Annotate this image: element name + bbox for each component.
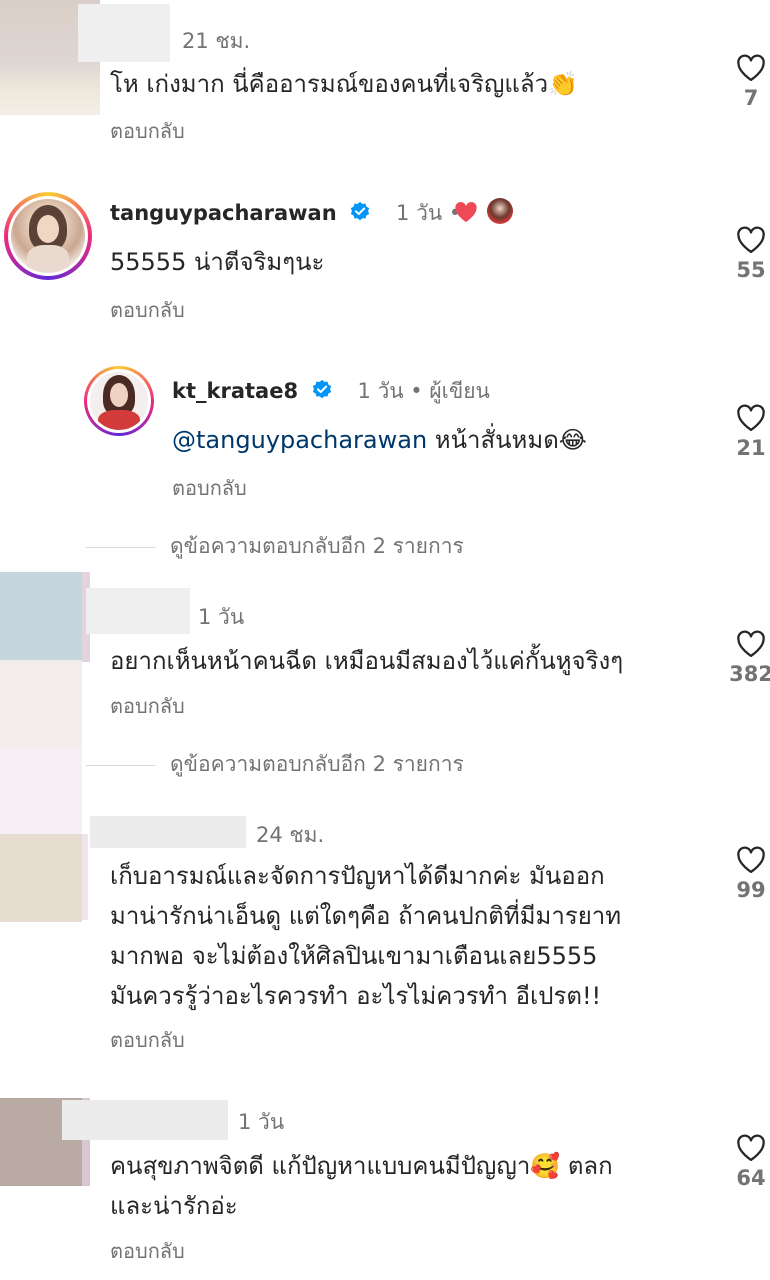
- avatar-blurred[interactable]: [0, 572, 82, 660]
- like-button[interactable]: 21: [721, 404, 770, 460]
- view-more-replies-button[interactable]: ดูข้อความตอบกลับอีก 2 รายการ: [86, 530, 464, 563]
- avatar-blurred[interactable]: [0, 834, 82, 922]
- verified-badge-icon: [351, 201, 370, 221]
- reply-button[interactable]: ตอบกลับ: [110, 1024, 185, 1056]
- comment-line: และน่ารักอ่ะ: [110, 1192, 238, 1220]
- comment-header: tanguypacharawan 1 วัน •: [110, 197, 461, 230]
- username-redacted[interactable]: [62, 1100, 228, 1140]
- view-more-label: ดูข้อความตอบกลับอีก 2 รายการ: [170, 534, 464, 558]
- like-count: 99: [736, 878, 766, 902]
- comment-header: kt_kratae8 1 วัน • ผู้เขียน: [172, 375, 490, 408]
- comment-time: 1 วัน: [238, 1110, 285, 1134]
- comment-time: 1 วัน: [198, 605, 245, 629]
- avatar-blurred-strip: [0, 748, 82, 834]
- divider-line: [86, 764, 156, 766]
- avatar-edge: [82, 834, 88, 920]
- like-count: 382: [729, 662, 770, 686]
- like-button[interactable]: 55: [721, 226, 770, 282]
- heart-outline-icon: [737, 54, 765, 81]
- username-redacted[interactable]: [90, 816, 246, 848]
- username[interactable]: tanguypacharawan: [110, 201, 337, 225]
- comment-time: 1 วัน •: [396, 201, 462, 225]
- divider-line: [86, 546, 156, 548]
- reply-button[interactable]: ตอบกลับ: [110, 1235, 185, 1267]
- view-more-replies-button[interactable]: ดูข้อความตอบกลับอีก 2 รายการ: [86, 748, 464, 781]
- verified-badge-icon: [312, 379, 331, 399]
- reply-button[interactable]: ตอบกลับ: [172, 472, 247, 504]
- reply-button[interactable]: ตอบกลับ: [110, 294, 185, 326]
- comment-text: @tanguypacharawan หน้าสั่นหมด😂: [172, 420, 587, 460]
- comment-text: 55555 น่าตีจริมๆนะ: [110, 248, 325, 276]
- comment-line: คนสุขภาพจิตดี แก้ปัญหาแบบคนมีปัญญา🥰 ตลก: [110, 1152, 613, 1180]
- avatar-blurred-lower: [0, 660, 82, 748]
- like-count: 7: [743, 86, 759, 110]
- comment-line: เก็บอารมณ์และจัดการปัญหาได้ดีมากค่ะ มันอ…: [110, 862, 605, 890]
- like-count: 64: [736, 1166, 766, 1190]
- like-button[interactable]: 99: [721, 846, 770, 902]
- username-redacted[interactable]: [78, 4, 170, 62]
- comment-line: มันควรรู้ว่าอะไรควรทำ อะไรไม่ควรทำ อีเปร…: [110, 982, 602, 1010]
- username[interactable]: kt_kratae8: [172, 379, 298, 403]
- like-button[interactable]: 382: [721, 630, 770, 686]
- avatar[interactable]: [11, 199, 85, 273]
- heart-outline-icon: [737, 630, 765, 657]
- heart-outline-icon: [737, 1134, 765, 1161]
- comment-text: เก็บอารมณ์และจัดการปัญหาได้ดีมากค่ะ มันอ…: [110, 856, 621, 1016]
- username-redacted[interactable]: [86, 588, 190, 634]
- heart-outline-icon: [737, 846, 765, 873]
- red-heart-icon: [455, 201, 477, 222]
- comment-body: หน้าสั่นหมด😂: [434, 426, 587, 454]
- reply-button[interactable]: ตอบกลับ: [110, 690, 185, 722]
- view-more-label: ดูข้อความตอบกลับอีก 2 รายการ: [170, 752, 464, 776]
- like-count: 21: [736, 436, 766, 460]
- comment-line: มาน่ารักน่าเอ็นดู แต่ใดๆคือ ถ้าคนปกติที่…: [110, 902, 622, 930]
- heart-outline-icon: [737, 404, 765, 431]
- heart-outline-icon: [737, 226, 765, 253]
- comment-time: 21 ชม.: [182, 29, 251, 53]
- author-avatar-mini: [487, 198, 513, 224]
- like-button[interactable]: 64: [721, 1134, 770, 1190]
- comment-text: โห เก่งมาก นี่คืออารมณ์ของคนที่เจริญแล้ว…: [110, 70, 578, 98]
- comment-time: 1 วัน • ผู้เขียน: [357, 379, 490, 403]
- avatar[interactable]: [90, 372, 148, 430]
- comment-line: มากพอ จะไม่ต้องให้ศิลปินเขามาเตือนเลย555…: [110, 942, 598, 970]
- like-button[interactable]: 7: [721, 54, 770, 110]
- mention-link[interactable]: @tanguypacharawan: [172, 426, 427, 454]
- comment-text: อยากเห็นหน้าคนฉีด เหมือนมีสมองไว้แค่กั้น…: [110, 647, 624, 675]
- comment-text: คนสุขภาพจิตดี แก้ปัญหาแบบคนมีปัญญา🥰 ตลก …: [110, 1146, 613, 1226]
- like-count: 55: [736, 258, 766, 282]
- comment-time: 24 ชม.: [256, 823, 325, 847]
- reply-button[interactable]: ตอบกลับ: [110, 115, 185, 147]
